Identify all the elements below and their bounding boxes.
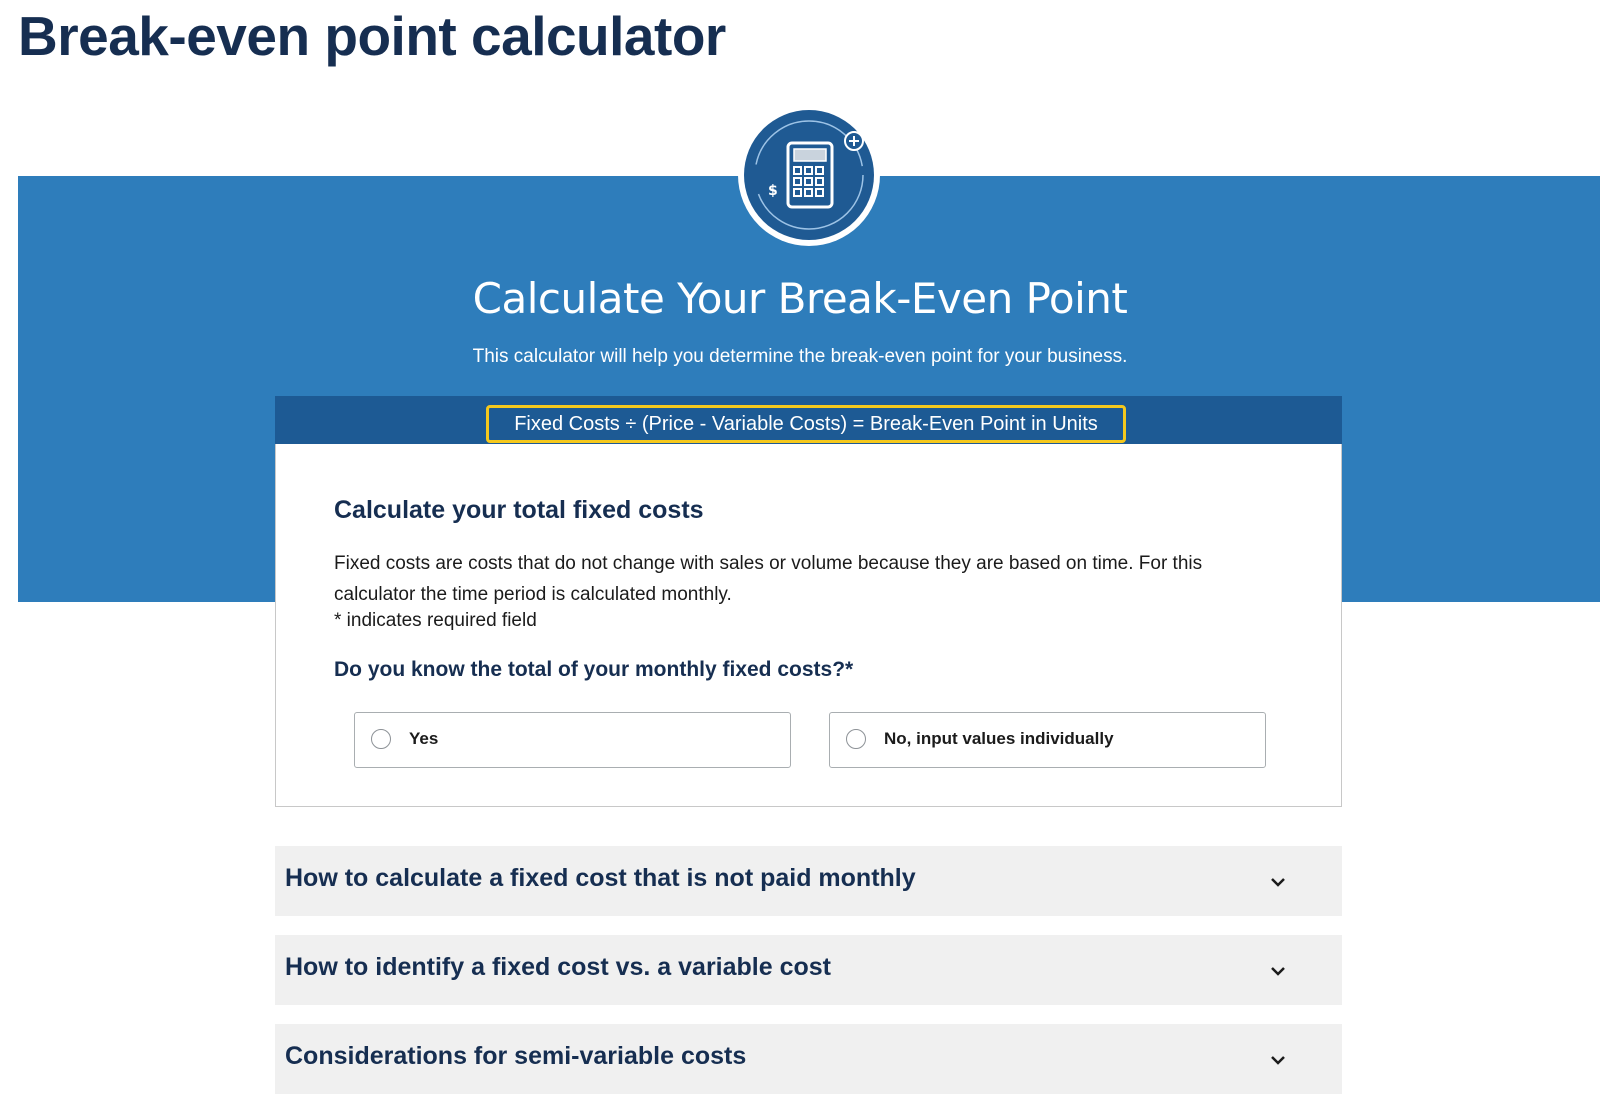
accordion-title: How to identify a fixed cost vs. a varia… (285, 953, 831, 981)
radio-no-label: No, input values individually (884, 729, 1114, 748)
formula-text: Fixed Costs ÷ (Price - Variable Costs) =… (486, 405, 1126, 443)
fixed-costs-card: Calculate your total fixed costs Fixed c… (275, 444, 1342, 807)
fixed-costs-question: Do you know the total of your monthly fi… (334, 658, 854, 681)
hero-subheading: This calculator will help you determine … (472, 346, 1128, 367)
accordion-title: How to calculate a fixed cost that is no… (285, 864, 916, 892)
radio-circle-icon[interactable] (371, 729, 391, 749)
chevron-down-icon[interactable] (1268, 1050, 1288, 1070)
accordion-title: Considerations for semi-variable costs (285, 1042, 747, 1070)
required-note: * indicates required field (334, 610, 537, 631)
accordion-semi-variable-costs[interactable]: Considerations for semi-variable costs (275, 1024, 1342, 1094)
page-title: Break-even point calculator (18, 5, 726, 67)
card-description: Fixed costs are costs that do not change… (334, 553, 1203, 605)
chevron-down-icon[interactable] (1268, 961, 1288, 981)
radio-yes-label: Yes (409, 729, 439, 748)
radio-circle-icon[interactable] (846, 729, 866, 749)
svg-text:$: $ (768, 183, 778, 199)
calculator-icon: $ (744, 110, 874, 240)
accordion-fixed-cost-not-monthly[interactable]: How to calculate a fixed cost that is no… (275, 846, 1342, 916)
hero-heading: Calculate Your Break-Even Point (472, 274, 1128, 323)
card-heading: Calculate your total fixed costs (334, 496, 704, 524)
radio-no-individually[interactable]: No, input values individually (829, 712, 1266, 768)
chevron-down-icon[interactable] (1268, 872, 1288, 892)
accordion-fixed-vs-variable[interactable]: How to identify a fixed cost vs. a varia… (275, 935, 1342, 1005)
calculator-icon-badge: $ (738, 104, 880, 246)
radio-yes[interactable]: Yes (354, 712, 791, 768)
